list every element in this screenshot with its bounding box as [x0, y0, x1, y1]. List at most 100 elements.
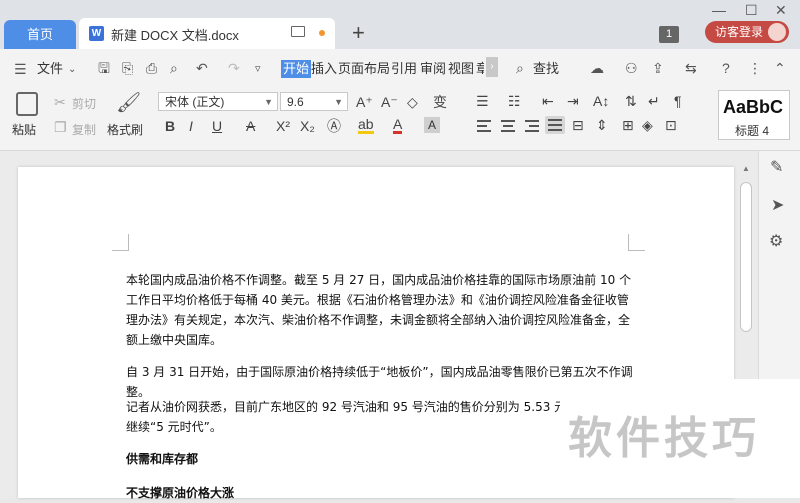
decrease-indent-icon[interactable]: ⇤: [542, 93, 554, 109]
subscript-icon[interactable]: X₂: [300, 118, 315, 134]
font-family-value: 宋体 (正文): [165, 95, 225, 109]
tab-home[interactable]: 首页: [4, 20, 76, 49]
text-effect-icon[interactable]: Ⓐ: [327, 118, 341, 134]
increase-indent-icon[interactable]: ⇥: [567, 93, 579, 109]
style-heading-4[interactable]: AaBbC 标题 4: [718, 90, 790, 140]
tab-scroll-right-icon[interactable]: ›: [486, 57, 498, 77]
align-left-icon[interactable]: [474, 117, 494, 135]
cut-icon: ✂: [54, 94, 66, 110]
format-painter-button[interactable]: 格式刷: [107, 121, 143, 138]
align-right-icon[interactable]: [522, 117, 542, 135]
share-user-icon[interactable]: ⚇: [625, 60, 638, 76]
tab-references[interactable]: 引用: [391, 60, 417, 78]
tab-chapter[interactable]: 章: [476, 60, 484, 78]
close-icon[interactable]: ✕: [775, 2, 787, 19]
search-icon: ⌕: [516, 60, 524, 76]
new-tab-button[interactable]: +: [352, 22, 365, 44]
superscript-icon[interactable]: X²: [276, 118, 290, 134]
underline-icon[interactable]: U: [212, 118, 222, 134]
line-stroke: [477, 130, 491, 132]
shrink-font-icon[interactable]: A⁻: [381, 94, 398, 110]
font-family-select[interactable]: 宋体 (正文) ▼: [158, 92, 278, 111]
hamburger-menu-icon[interactable]: ☰: [14, 61, 27, 77]
collapse-ribbon-icon[interactable]: ⌃: [774, 60, 786, 76]
quick-access-more-icon[interactable]: ▿: [255, 61, 261, 77]
wps-writer-icon: W: [89, 26, 104, 41]
tab-page-layout[interactable]: 页面布局: [338, 60, 390, 78]
help-icon[interactable]: ?: [722, 60, 730, 76]
strikethrough-icon[interactable]: A: [246, 118, 255, 134]
paste-button[interactable]: 粘贴: [12, 121, 36, 138]
paragraph-1[interactable]: 本轮国内成品油价格不作调整。截至 5 月 27 日，国内成品油价格挂靠的国际市场…: [126, 270, 634, 350]
paragraph-2[interactable]: 自 3 月 31 日开始，由于国际原油价格持续低于“地板价”，国内成品油零售限价…: [126, 362, 634, 402]
paragraph-3[interactable]: 记者从油价网获悉，目前广东地区的 92 号汽油和 95 号汽油的售价分别为 5.…: [126, 397, 634, 417]
clear-format-icon[interactable]: ◇: [407, 94, 418, 110]
cut-button[interactable]: 剪切: [72, 95, 96, 112]
line-stroke: [548, 119, 562, 121]
more-icon[interactable]: ⋮: [748, 60, 762, 76]
print-icon[interactable]: ⎙: [146, 60, 157, 76]
line-stroke: [525, 130, 539, 132]
format-painter-icon[interactable]: 🖌: [116, 92, 141, 114]
chevron-down-icon: ▼: [334, 97, 343, 107]
scroll-up-icon[interactable]: ▲: [742, 164, 750, 173]
cloud-sync-icon[interactable]: ☁: [590, 60, 604, 76]
style-sample-text: AaBbC: [723, 97, 784, 117]
print-preview-icon[interactable]: ⌕: [170, 60, 178, 76]
redo-icon[interactable]: ↷: [228, 60, 240, 76]
line-stroke: [501, 120, 515, 122]
font-size-select[interactable]: 9.6 ▼: [280, 92, 348, 111]
bold-icon[interactable]: B: [165, 118, 175, 134]
review-mode-icon[interactable]: ⇆: [685, 60, 697, 76]
window-count-badge[interactable]: 1: [659, 26, 679, 43]
chevron-down-icon: ▼: [264, 97, 273, 107]
tab-review[interactable]: 审阅: [420, 60, 446, 78]
line-spacing-icon[interactable]: ⇕: [596, 117, 608, 133]
guest-login-button[interactable]: 访客登录: [705, 21, 789, 43]
save-icon[interactable]: 🖫: [98, 60, 110, 76]
copy-button[interactable]: 复制: [72, 121, 96, 138]
italic-icon[interactable]: I: [189, 118, 193, 134]
paste-icon[interactable]: [16, 92, 38, 116]
tab-view[interactable]: 视图: [448, 60, 474, 78]
adjust-sliders-icon[interactable]: ⚙: [769, 234, 783, 250]
paragraph-3-cont[interactable]: 继续“5 元时代”。: [126, 417, 634, 437]
grow-font-icon[interactable]: A⁺: [356, 94, 373, 110]
font-color-icon[interactable]: A: [393, 117, 403, 134]
monitor-icon[interactable]: [291, 26, 305, 37]
paragraph-mark-icon[interactable]: ¶: [674, 93, 682, 109]
sort-icon[interactable]: ⇅: [625, 93, 637, 109]
highlight-icon[interactable]: ab: [358, 117, 374, 134]
file-menu[interactable]: 文件: [37, 60, 63, 78]
avatar: [768, 23, 786, 41]
style-name: 标题 4: [735, 124, 770, 138]
char-shading-icon[interactable]: A: [424, 117, 440, 133]
export-pdf-icon[interactable]: ⎘: [122, 60, 133, 76]
minimize-icon[interactable]: —: [712, 2, 726, 18]
tab-insert[interactable]: 插入: [311, 60, 337, 78]
chevron-down-icon[interactable]: ⌄: [68, 62, 76, 78]
distributed-align-icon[interactable]: ⊟: [572, 117, 584, 133]
undo-icon[interactable]: ↶: [196, 60, 208, 76]
pen-icon[interactable]: ✎: [770, 160, 783, 176]
search-button[interactable]: 查找: [533, 60, 559, 78]
maximize-icon[interactable]: ☐: [745, 2, 758, 19]
tab-document[interactable]: W 新建 DOCX 文档.docx: [79, 18, 335, 49]
justify-icon[interactable]: [545, 116, 565, 134]
show-marks-icon[interactable]: ↵: [648, 93, 660, 109]
column-icon[interactable]: ⊞: [622, 117, 634, 133]
numbered-list-icon[interactable]: ☷: [508, 93, 521, 109]
align-center-icon[interactable]: [498, 117, 518, 135]
bullet-list-icon[interactable]: ☰: [476, 93, 489, 109]
scrollbar-thumb[interactable]: [740, 182, 752, 332]
document-tab-title: 新建 DOCX 文档.docx: [111, 28, 239, 43]
border-icon[interactable]: ⊡: [665, 117, 677, 133]
shading-fill-icon[interactable]: ◈: [642, 117, 653, 133]
heading-line-2[interactable]: 不支撑原油价格大涨: [126, 483, 634, 503]
share-arrow-icon[interactable]: ⇪: [652, 60, 664, 76]
select-cursor-icon[interactable]: ➤: [771, 198, 784, 214]
heading-line-1[interactable]: 供需和库存都: [126, 449, 634, 469]
tab-start[interactable]: 开始: [281, 60, 312, 78]
text-direction-icon[interactable]: A↕: [593, 93, 609, 109]
phonetic-guide-icon[interactable]: 变: [433, 94, 447, 110]
